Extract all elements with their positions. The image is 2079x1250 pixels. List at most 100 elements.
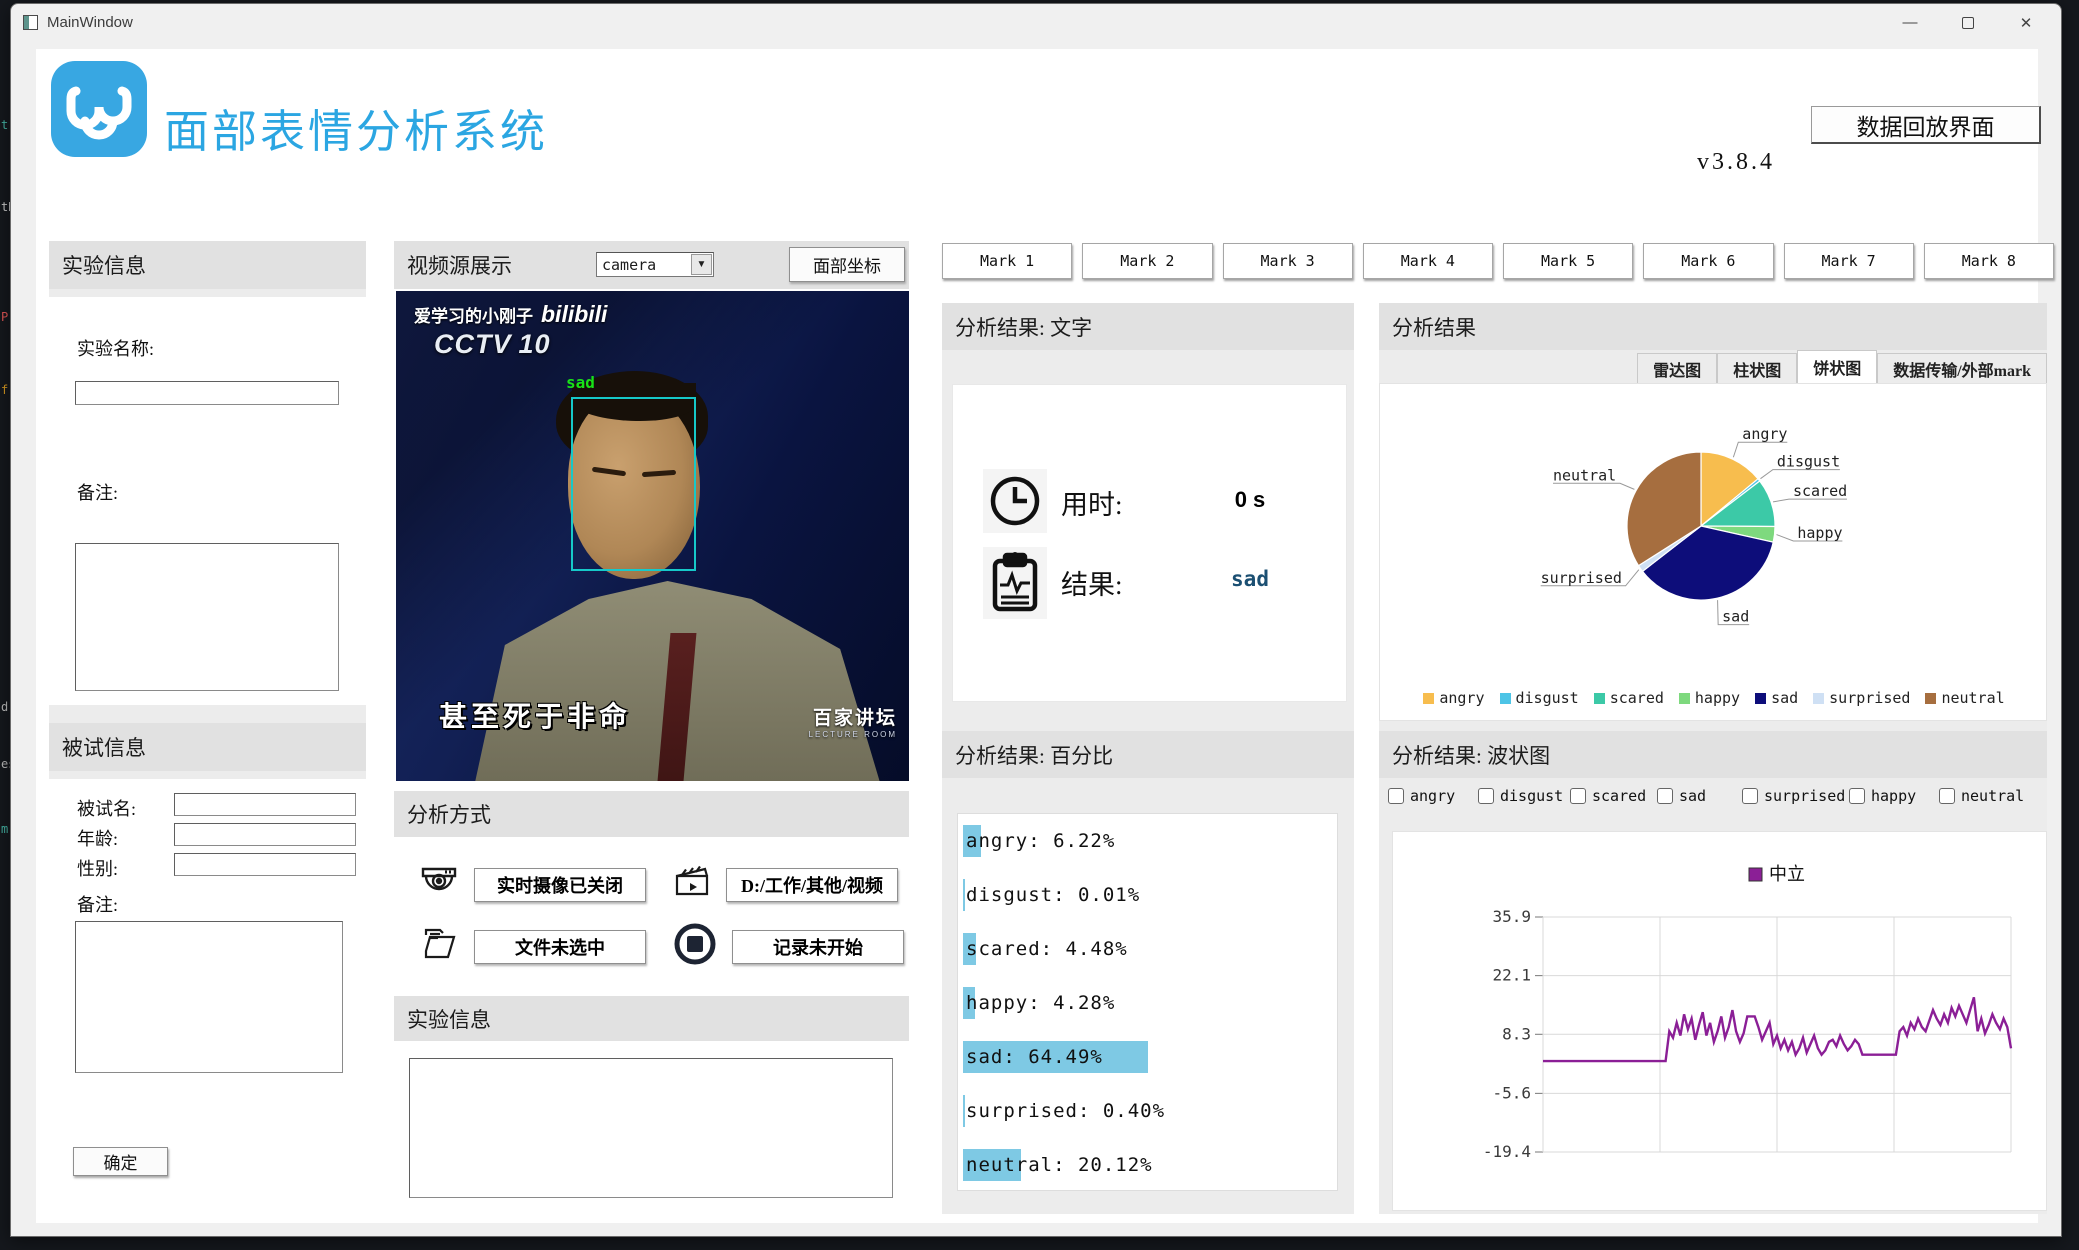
- subject-age-label: 年龄:: [77, 825, 118, 851]
- experiment-name-input[interactable]: [75, 381, 339, 405]
- percent-row: disgust: 0.01%: [958, 868, 1337, 922]
- checkbox-icon[interactable]: [1478, 788, 1494, 804]
- subject-age-input[interactable]: [174, 823, 356, 846]
- legend-swatch: [1925, 693, 1936, 704]
- legend-swatch: [1500, 693, 1511, 704]
- video-source-header: 视频源展示 camera ▼ 面部坐标: [394, 241, 909, 289]
- background-text-fragment: f: [1, 383, 8, 397]
- experiment-name-label: 实验名称:: [77, 335, 154, 361]
- chevron-down-icon[interactable]: ▼: [691, 254, 712, 275]
- legend-swatch: [1749, 868, 1762, 881]
- maximize-button[interactable]: [1939, 4, 1997, 41]
- file-status-button[interactable]: 文件未选中: [474, 930, 646, 964]
- minimize-button[interactable]: ―: [1881, 4, 1939, 41]
- checkbox-icon[interactable]: [1742, 788, 1758, 804]
- legend-item-angry: angry: [1423, 689, 1484, 707]
- mark-button[interactable]: Mark 7: [1784, 243, 1914, 279]
- legend-swatch: [1594, 693, 1605, 704]
- wave-chart-panel: 35.922.18.3-5.6-19.4中立: [1392, 831, 2047, 1211]
- tab-饼状图[interactable]: 饼状图: [1797, 350, 1877, 383]
- clipboard-result-icon: [983, 547, 1047, 619]
- detection-emotion-label: sad: [566, 373, 595, 392]
- pie-label-happy: happy: [1797, 524, 1842, 542]
- legend-swatch: [1813, 693, 1824, 704]
- titlebar[interactable]: MainWindow ― ✕: [11, 4, 2061, 41]
- face-coordinates-button[interactable]: 面部坐标: [789, 247, 905, 282]
- close-button[interactable]: ✕: [1997, 4, 2055, 41]
- legend-swatch: [1679, 693, 1690, 704]
- video-path-button[interactable]: D:/工作/其他/视频: [726, 868, 898, 902]
- checkbox-icon[interactable]: [1939, 788, 1955, 804]
- pie-label-disgust: disgust: [1777, 453, 1840, 471]
- video-subtitle: 甚至死于非命: [439, 695, 631, 735]
- mark-button[interactable]: Mark 5: [1503, 243, 1633, 279]
- confirm-button[interactable]: 确定: [73, 1147, 168, 1176]
- wave-header: 分析结果: 波状图: [1379, 731, 2047, 778]
- film-clapper-icon: [672, 862, 712, 907]
- percent-text: surprised: 0.40%: [958, 1100, 1165, 1122]
- checkbox-disgust[interactable]: disgust: [1478, 787, 1563, 805]
- experiment-info-panel: 实验名称: 备注:: [49, 297, 366, 705]
- video-source-select[interactable]: camera ▼: [596, 252, 714, 277]
- uploader-watermark: 爱学习的小刚子: [414, 302, 533, 327]
- background-text-fragment: P: [1, 310, 8, 324]
- legend-swatch: [1755, 693, 1766, 704]
- percent-panel: angry: 6.22%disgust: 0.01%scared: 4.48%h…: [957, 813, 1338, 1191]
- mark-button[interactable]: Mark 8: [1924, 243, 2054, 279]
- tab-柱状图[interactable]: 柱状图: [1717, 353, 1797, 383]
- tab-数据传输/外部mark[interactable]: 数据传输/外部mark: [1877, 353, 2047, 383]
- checkbox-neutral[interactable]: neutral: [1939, 787, 2024, 805]
- pie-chart-panel: angrydisgustscaredhappysadsurprisedneutr…: [1379, 383, 2047, 721]
- camera-status-button[interactable]: 实时摄像已关闭: [474, 868, 646, 902]
- program-name: 百家讲坛: [809, 703, 897, 730]
- time-value: 0 s: [1205, 487, 1295, 513]
- checkbox-scared[interactable]: scared: [1570, 787, 1646, 805]
- checkbox-surprised[interactable]: surprised: [1742, 787, 1845, 805]
- record-status-button[interactable]: 记录未开始: [732, 930, 904, 964]
- subject-info-panel: 被试名: 年龄: 性别: 备注: 确定: [49, 779, 366, 1214]
- data-replay-button[interactable]: 数据回放界面: [1811, 106, 2041, 144]
- experiment-remark-textarea[interactable]: [75, 543, 339, 691]
- percent-text: scared: 4.48%: [958, 938, 1128, 960]
- checkbox-icon[interactable]: [1657, 788, 1673, 804]
- video-source-value: camera: [602, 256, 656, 274]
- percent-text: sad: 64.49%: [958, 1046, 1103, 1068]
- percent-text: neutral: 20.12%: [958, 1154, 1153, 1176]
- y-axis-tick-label: 8.3: [1502, 1024, 1531, 1043]
- close-icon: ✕: [2020, 14, 2033, 32]
- legend-label: sad: [1771, 689, 1798, 707]
- experiment-log-panel: [394, 1048, 909, 1211]
- experiment-info-header: 实验信息: [49, 241, 366, 289]
- chart-tabs: 雷达图柱状图饼状图数据传输/外部mark: [1379, 350, 2047, 383]
- bilibili-logo: bilibili: [541, 301, 607, 328]
- checkbox-sad[interactable]: sad: [1657, 787, 1706, 805]
- pie-label-scared: scared: [1793, 482, 1847, 500]
- y-axis-tick-label: -5.6: [1492, 1083, 1531, 1102]
- legend-item-surprised: surprised: [1813, 689, 1910, 707]
- mark-button[interactable]: Mark 1: [942, 243, 1072, 279]
- subject-remark-textarea[interactable]: [75, 921, 343, 1073]
- experiment-log-textarea[interactable]: [409, 1058, 893, 1198]
- checkbox-happy[interactable]: happy: [1849, 787, 1916, 805]
- legend-swatch: [1423, 693, 1434, 704]
- percent-header: 分析结果: 百分比: [942, 731, 1354, 778]
- subject-gender-input[interactable]: [174, 853, 356, 876]
- tab-雷达图[interactable]: 雷达图: [1637, 353, 1717, 383]
- program-subname: LECTURE ROOM: [809, 730, 897, 739]
- subject-name-label: 被试名:: [77, 795, 136, 821]
- legend-label: disgust: [1516, 689, 1579, 707]
- mark-button[interactable]: Mark 3: [1223, 243, 1353, 279]
- percent-text: happy: 4.28%: [958, 992, 1115, 1014]
- pie-label-line: [1760, 470, 1839, 479]
- mark-button[interactable]: Mark 2: [1082, 243, 1212, 279]
- checkbox-angry[interactable]: angry: [1388, 787, 1455, 805]
- record-stop-icon: [672, 921, 718, 972]
- pie-label-surprised: surprised: [1541, 569, 1622, 587]
- mark-button[interactable]: Mark 6: [1643, 243, 1773, 279]
- mark-button[interactable]: Mark 4: [1363, 243, 1493, 279]
- checkbox-label: neutral: [1961, 787, 2024, 805]
- checkbox-icon[interactable]: [1388, 788, 1404, 804]
- checkbox-icon[interactable]: [1849, 788, 1865, 804]
- subject-name-input[interactable]: [174, 793, 356, 816]
- checkbox-icon[interactable]: [1570, 788, 1586, 804]
